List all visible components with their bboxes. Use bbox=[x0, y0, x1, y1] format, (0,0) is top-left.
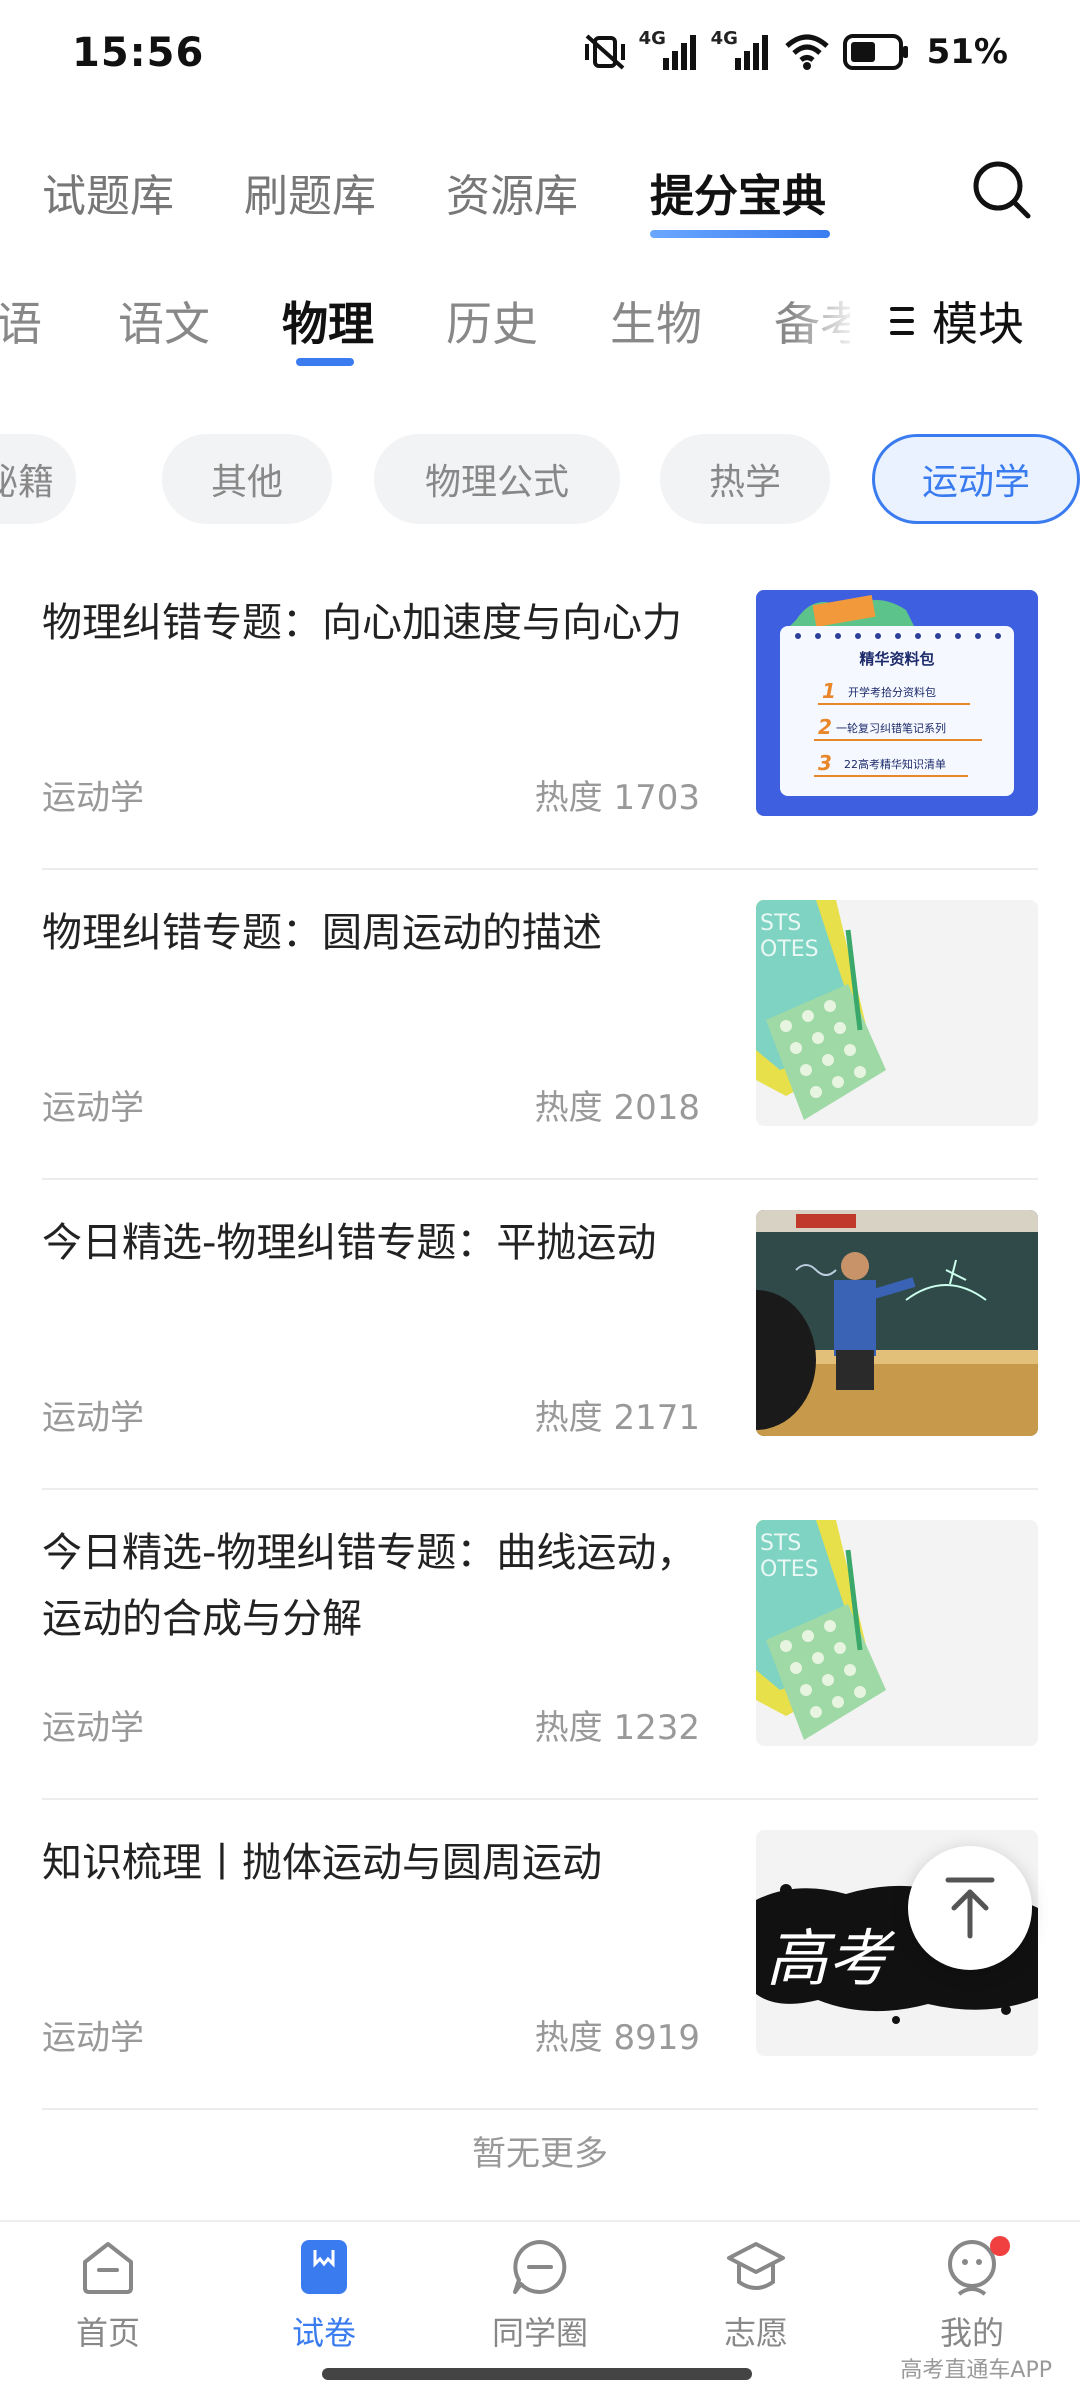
nav-home[interactable]: 首页 bbox=[8, 2236, 208, 2354]
list-item[interactable]: 物理纠错专题：向心加速度与向心力 运动学 热度 1703 精华资料包 1 开学考… bbox=[42, 560, 1038, 870]
status-icons: 4G 4G 51% bbox=[583, 28, 1008, 72]
subject-tab-history[interactable]: 历史 bbox=[446, 288, 538, 354]
item-heat: 热度 1232 bbox=[534, 1708, 700, 1748]
list-item[interactable]: 物理纠错专题：圆周运动的描述 运动学 热度 2018 STS OTES bbox=[42, 870, 1038, 1180]
item-tag: 运动学 bbox=[42, 1088, 144, 1128]
network-type-2: 4G bbox=[710, 28, 738, 49]
module-button[interactable]: 模块 bbox=[890, 288, 1024, 354]
item-title: 物理纠错专题：圆周运动的描述 bbox=[42, 910, 602, 956]
tab-score-boost[interactable]: 提分宝典 bbox=[650, 160, 826, 224]
notebook-text-top: STS bbox=[760, 1531, 801, 1556]
item-title: 今日精选-物理纠错专题：曲线运动，运动的合成与分解 bbox=[42, 1530, 697, 1642]
chip-physics-formula[interactable]: 物理公式 bbox=[374, 434, 620, 524]
notebook-text-top: STS bbox=[760, 911, 801, 936]
item-title: 知识梳理丨抛体运动与圆周运动 bbox=[42, 1840, 602, 1886]
notebook-photo-image: STS OTES bbox=[756, 900, 1038, 1126]
nav-exam-label: 试卷 bbox=[291, 2314, 356, 2352]
item-heat: 热度 1703 bbox=[534, 778, 700, 818]
chip-other[interactable]: 其他 bbox=[162, 434, 332, 524]
status-bar: 15:56 4G 4G 51% bbox=[0, 0, 1080, 120]
calligraphy-text: 高考 bbox=[766, 1922, 896, 1995]
chip-thermodynamics[interactable]: 热学 bbox=[660, 434, 830, 524]
nav-classmates[interactable]: 同学圈 bbox=[440, 2236, 640, 2354]
poster-line-2: 一轮复习纠错笔记系列 bbox=[836, 721, 946, 735]
poster-number-3: 3 bbox=[818, 751, 832, 775]
signal-icon-2: 4G bbox=[711, 28, 771, 72]
subject-tabs-scroll[interactable]: 语 语文 物理 历史 生物 备考 bbox=[0, 280, 850, 380]
item-title: 今日精选-物理纠错专题：平抛运动 bbox=[42, 1220, 657, 1266]
notebook-photo-image: STS OTES bbox=[756, 1520, 1038, 1746]
item-tag: 运动学 bbox=[42, 2018, 144, 2058]
wifi-icon bbox=[784, 34, 829, 70]
nav-profile[interactable]: 我的 bbox=[872, 2236, 1072, 2354]
article-list: 物理纠错专题：向心加速度与向心力 运动学 热度 1703 精华资料包 1 开学考… bbox=[42, 560, 1038, 2110]
mute-vibrate-icon bbox=[584, 34, 625, 70]
arrow-up-icon bbox=[945, 1877, 995, 1939]
home-indicator[interactable] bbox=[322, 2368, 752, 2380]
notification-badge bbox=[990, 2236, 1010, 2256]
exam-paper-icon bbox=[301, 2240, 347, 2294]
battery-percent: 51% bbox=[926, 32, 1008, 72]
subject-tabs: 语 语文 物理 历史 生物 备考 模块 bbox=[0, 280, 1080, 380]
item-thumbnail bbox=[756, 1210, 1038, 1436]
item-tag: 运动学 bbox=[42, 778, 144, 818]
item-title: 物理纠错专题：向心加速度与向心力 bbox=[42, 600, 682, 646]
poster-number-2: 2 bbox=[818, 715, 832, 739]
tab-resource-bank[interactable]: 资源库 bbox=[446, 160, 578, 224]
item-thumbnail: STS OTES bbox=[756, 1520, 1038, 1746]
poster-line-3: 22高考精华知识清单 bbox=[844, 757, 946, 771]
poster-title: 精华资料包 bbox=[859, 650, 934, 668]
item-heat: 热度 2171 bbox=[534, 1398, 700, 1438]
top-category-tabs: 试题库 刷题库 资源库 提分宝典 bbox=[0, 150, 1080, 260]
search-icon[interactable] bbox=[970, 158, 1034, 222]
subject-tab-partial[interactable]: 语 bbox=[0, 288, 42, 354]
home-icon bbox=[83, 2242, 133, 2294]
item-heat: 热度 8919 bbox=[534, 2018, 700, 2058]
chip-kinematics[interactable]: 运动学 bbox=[872, 434, 1080, 524]
list-item[interactable]: 今日精选-物理纠错专题：曲线运动，运动的合成与分解 运动学 热度 1232 ST… bbox=[42, 1490, 1038, 1800]
poster-number-1: 1 bbox=[822, 679, 836, 703]
nav-exam[interactable]: 试卷 bbox=[224, 2236, 424, 2354]
classroom-photo-image bbox=[756, 1210, 1038, 1436]
item-thumbnail: 精华资料包 1 开学考拾分资料包 2 一轮复习纠错笔记系列 3 22高考精华知识… bbox=[756, 590, 1038, 816]
poster-line-1: 开学考拾分资料包 bbox=[848, 685, 936, 699]
nav-volunteer-label: 志愿 bbox=[723, 2314, 788, 2352]
list-item[interactable]: 今日精选-物理纠错专题：平抛运动 运动学 热度 2171 bbox=[42, 1180, 1038, 1490]
item-thumbnail: STS OTES bbox=[756, 900, 1038, 1126]
nav-volunteer[interactable]: 志愿 bbox=[656, 2236, 856, 2354]
item-tag: 运动学 bbox=[42, 1398, 144, 1438]
signal-icon-1: 4G bbox=[639, 28, 699, 72]
subject-active-underline bbox=[296, 358, 354, 366]
graduation-cap-icon bbox=[727, 2242, 785, 2290]
filter-chips: 秘籍 其他 物理公式 热学 运动学 bbox=[0, 434, 1080, 528]
watermark: 高考直通车APP bbox=[900, 2358, 1052, 2383]
poster-card-image: 精华资料包 1 开学考拾分资料包 2 一轮复习纠错笔记系列 3 22高考精华知识… bbox=[756, 590, 1038, 816]
subject-tab-biology[interactable]: 生物 bbox=[610, 288, 702, 354]
item-heat: 热度 2018 bbox=[534, 1088, 700, 1128]
notebook-text-bottom: OTES bbox=[760, 937, 819, 962]
subject-tab-physics[interactable]: 物理 bbox=[282, 288, 374, 354]
tab-practice-bank[interactable]: 刷题库 bbox=[244, 160, 376, 224]
battery-icon bbox=[842, 34, 908, 70]
tab-question-bank[interactable]: 试题库 bbox=[42, 160, 174, 224]
list-item[interactable]: 知识梳理丨抛体运动与圆周运动 运动学 热度 8919 高考 bbox=[42, 1800, 1038, 2110]
nav-home-label: 首页 bbox=[75, 2314, 140, 2352]
scroll-fade bbox=[790, 280, 850, 380]
notebook-text-bottom: OTES bbox=[760, 1557, 819, 1582]
module-label: 模块 bbox=[932, 297, 1024, 351]
network-type-1: 4G bbox=[638, 28, 666, 49]
no-more-text: 暂无更多 bbox=[472, 2134, 608, 2174]
menu-lines-icon bbox=[890, 307, 914, 335]
active-tab-underline bbox=[650, 230, 830, 238]
subject-tab-chinese[interactable]: 语文 bbox=[118, 288, 210, 354]
nav-classmates-label: 同学圈 bbox=[491, 2314, 588, 2352]
status-time: 15:56 bbox=[72, 30, 205, 76]
chip-secret-tips[interactable]: 秘籍 bbox=[0, 434, 76, 524]
nav-profile-label: 我的 bbox=[939, 2314, 1004, 2352]
item-tag: 运动学 bbox=[42, 1708, 144, 1748]
chat-circle-icon bbox=[513, 2240, 567, 2294]
back-to-top-button[interactable] bbox=[908, 1846, 1032, 1970]
